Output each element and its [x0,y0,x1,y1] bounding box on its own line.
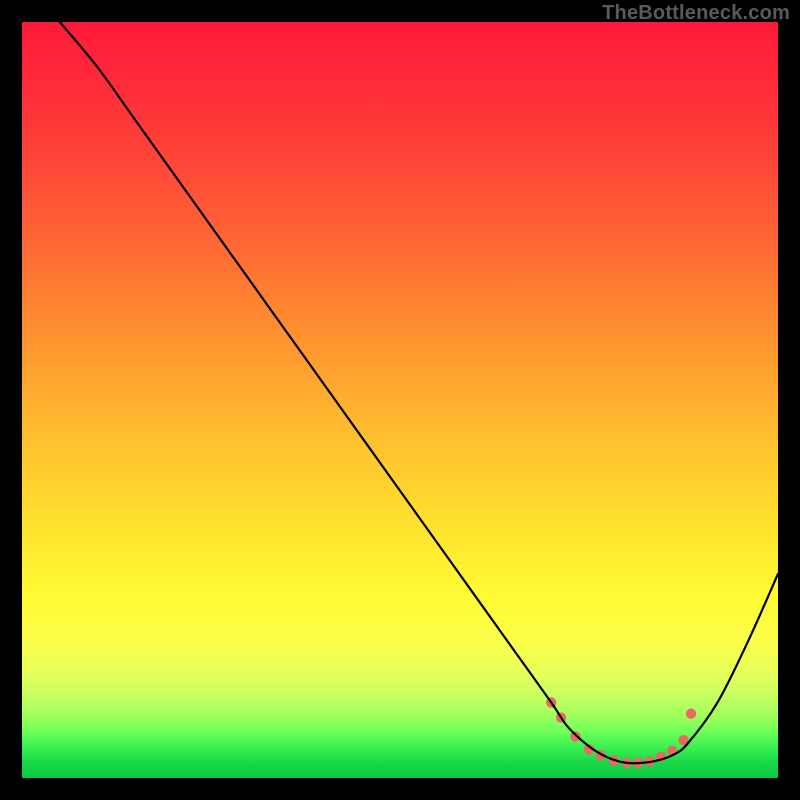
chart-svg [22,22,778,778]
watermark-text: TheBottleneck.com [602,2,790,25]
marker-group [546,697,696,768]
marker-dot [686,709,696,719]
bottleneck-curve [60,22,778,763]
chart-frame: TheBottleneck.com [0,0,800,800]
marker-dot [570,731,580,741]
